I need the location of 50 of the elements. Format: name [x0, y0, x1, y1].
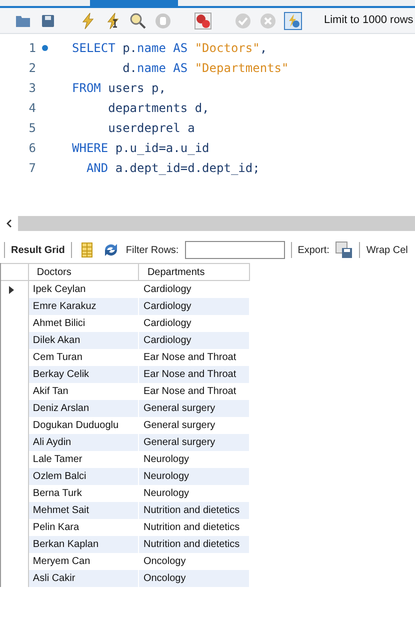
table-cell: Berkan Kaplan — [28, 536, 140, 553]
table-cell: Deniz Arslan — [28, 400, 140, 417]
current-row-arrow-icon — [9, 286, 14, 294]
horizontal-scrollbar[interactable] — [0, 216, 415, 231]
table-cell: General surgery — [139, 434, 250, 451]
table-cell: Ear Nose and Throat — [139, 366, 250, 383]
column-header[interactable]: Departments — [139, 264, 250, 280]
code-line: AND a.dept_id=d.dept_id; — [85, 160, 260, 177]
column-header[interactable]: Doctors — [28, 264, 140, 280]
line-number: 6 — [28, 140, 36, 157]
table-cell: Emre Karakuz — [28, 298, 140, 315]
export-label: Export: — [298, 244, 330, 258]
wrap-cell-label[interactable]: Wrap Cel — [366, 242, 408, 258]
table-cell: Mehmet Sait — [28, 502, 140, 519]
line-number: 7 — [28, 160, 36, 177]
export-grid-icon[interactable] — [335, 241, 354, 259]
filter-rows-label: Filter Rows: — [126, 244, 179, 258]
cancel-icon[interactable] — [259, 12, 277, 30]
code-line: WHERE p.u_id=a.u_id — [72, 140, 210, 157]
code-line: d.name AS "Departments" — [122, 60, 289, 77]
chevron-left-icon[interactable] — [6, 219, 12, 228]
editor-tab[interactable] — [90, 0, 178, 6]
line-number: 2 — [28, 60, 36, 77]
table-cell: Neurology — [139, 468, 250, 485]
line-number: 3 — [28, 80, 36, 97]
filter-rows-field[interactable] — [184, 241, 285, 259]
magnifier-icon[interactable] — [129, 12, 147, 30]
table-cell: Ozlem Balci — [28, 468, 140, 485]
table-cell: Nutrition and dietetics — [139, 536, 250, 553]
autocommit-icon[interactable] — [284, 12, 302, 30]
table-cell: Cardiology — [139, 332, 250, 349]
error-toggle-icon[interactable] — [194, 12, 212, 30]
line-number: 5 — [28, 120, 36, 137]
table-cell: Oncology — [139, 570, 250, 587]
result-grid-tab[interactable]: Result Grid — [11, 242, 65, 258]
table-cell: Nutrition and dietetics — [139, 502, 250, 519]
table-cell: Dilek Akan — [28, 332, 140, 349]
table-cell: General surgery — [139, 400, 250, 417]
code-line: SELECT p.name AS "Doctors", — [72, 40, 268, 57]
table-cell: Cardiology — [139, 298, 250, 315]
line-number: 1 — [28, 40, 36, 57]
table-cell: Asli Cakir — [28, 570, 140, 587]
code-line: userdeprel a — [107, 120, 195, 137]
check-icon[interactable] — [234, 12, 252, 30]
code-line: FROM users p, — [72, 80, 166, 97]
row-limit-dropdown[interactable]: Limit to 1000 rows — [324, 12, 414, 29]
code-line: departments d, — [107, 100, 210, 117]
line-number: 4 — [28, 100, 36, 117]
table-cell: Ali Aydin — [28, 434, 140, 451]
table-cell: Berkay Celik — [28, 366, 140, 383]
